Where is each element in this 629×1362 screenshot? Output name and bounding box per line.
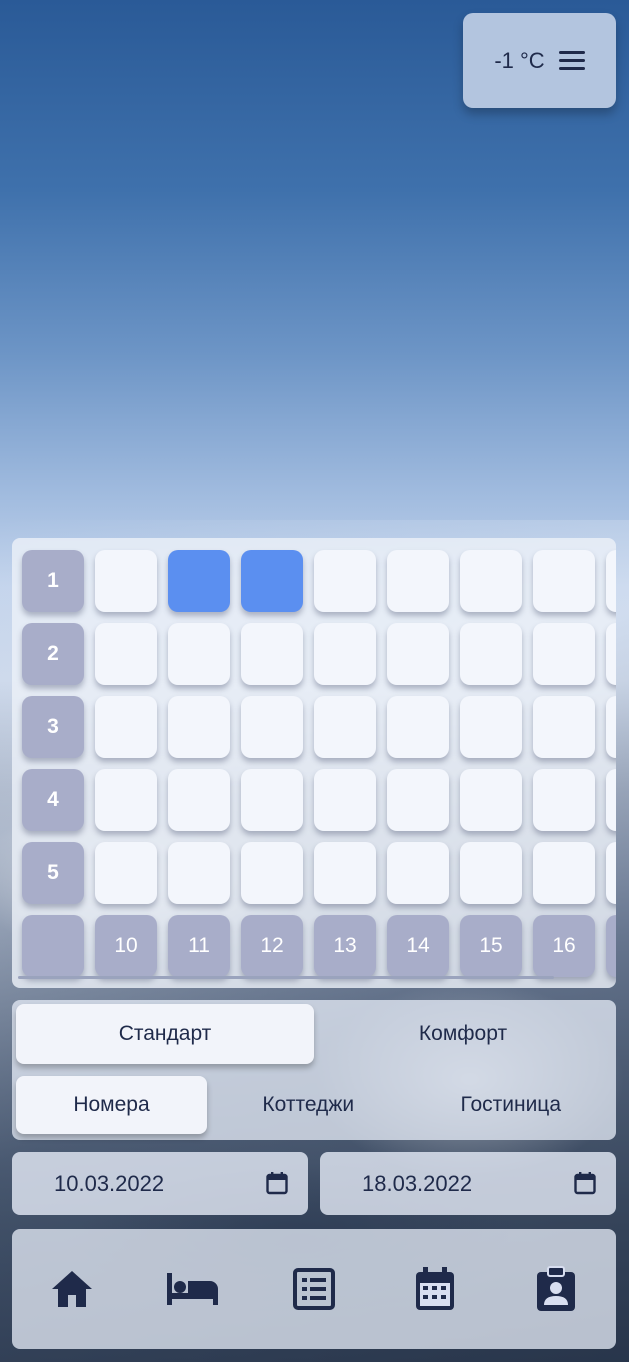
tab-comfort[interactable]: Комфорт [314, 1004, 612, 1064]
grid-cell[interactable] [606, 623, 616, 685]
grid-cell[interactable] [168, 842, 230, 904]
grid-cell[interactable] [533, 842, 595, 904]
day-label: 14 [387, 915, 449, 977]
home-icon [52, 1271, 93, 1307]
bed-icon [167, 1273, 219, 1305]
grid-cell[interactable] [314, 623, 376, 685]
day-label: 12 [241, 915, 303, 977]
date-from-input[interactable]: 10.03.2022 [12, 1152, 308, 1215]
temperature-label: -1 °C [494, 47, 545, 73]
badge-icon [536, 1266, 575, 1311]
grid-cell[interactable] [460, 623, 522, 685]
grid-cell-selected[interactable] [241, 550, 303, 612]
grid-cell[interactable] [168, 623, 230, 685]
grid-cell[interactable] [387, 842, 449, 904]
nav-calendar[interactable] [405, 1259, 465, 1319]
grid-cell[interactable] [168, 769, 230, 831]
day-label: 13 [314, 915, 376, 977]
calendar-icon[interactable] [574, 1171, 596, 1195]
grid-cell[interactable] [606, 696, 616, 758]
availability-grid: 1 2 3 4 5 10 11 12 13 14 15 16 [22, 550, 616, 977]
grid-cell[interactable] [241, 696, 303, 758]
day-label: 11 [168, 915, 230, 977]
tab-rooms[interactable]: Номера [16, 1076, 207, 1134]
grid-cell[interactable] [95, 550, 157, 612]
type-tabs: Номера Коттеджи Гостиница [16, 1076, 612, 1134]
grid-cell[interactable] [95, 769, 157, 831]
grid-cell[interactable] [241, 842, 303, 904]
grid-cell[interactable] [387, 696, 449, 758]
tab-standard[interactable]: Стандарт [16, 1004, 314, 1064]
day-label: 15 [460, 915, 522, 977]
menu-icon[interactable] [558, 51, 585, 70]
row-label: 3 [22, 696, 84, 758]
grid-cell[interactable] [314, 842, 376, 904]
grid-cell[interactable] [314, 696, 376, 758]
date-to-value: 18.03.2022 [362, 1170, 473, 1196]
date-to-input[interactable]: 18.03.2022 [320, 1152, 616, 1215]
list-icon [292, 1268, 335, 1310]
grid-cell-selected[interactable] [168, 550, 230, 612]
calendar-icon[interactable] [266, 1171, 288, 1195]
grid-cell[interactable] [533, 769, 595, 831]
nav-profile[interactable] [526, 1259, 586, 1319]
filter-tabs-panel: Стандарт Комфорт Номера Коттеджи Гостини… [12, 1000, 616, 1140]
bottom-navigation [12, 1229, 616, 1349]
grid-cell[interactable] [533, 696, 595, 758]
nav-rooms[interactable] [163, 1259, 223, 1319]
weather-widget: -1 °C [463, 13, 616, 108]
grid-cell[interactable] [460, 842, 522, 904]
row-label: 2 [22, 623, 84, 685]
grid-cell[interactable] [533, 550, 595, 612]
availability-grid-panel: 1 2 3 4 5 10 11 12 13 14 15 16 [12, 538, 616, 988]
grid-cell[interactable] [606, 769, 616, 831]
grid-cell[interactable] [241, 769, 303, 831]
grid-cell[interactable] [95, 842, 157, 904]
grid-cell[interactable] [606, 550, 616, 612]
grid-cell[interactable] [241, 623, 303, 685]
grid-cell[interactable] [168, 696, 230, 758]
grid-cell[interactable] [387, 550, 449, 612]
corner-cell [22, 915, 84, 977]
horizontal-scrollbar[interactable] [18, 976, 554, 979]
grid-cell[interactable] [314, 769, 376, 831]
grid-cell[interactable] [460, 550, 522, 612]
grid-cell[interactable] [460, 696, 522, 758]
day-label [606, 915, 616, 977]
grid-cell[interactable] [387, 623, 449, 685]
grid-cell[interactable] [606, 842, 616, 904]
day-label: 10 [95, 915, 157, 977]
grid-cell[interactable] [533, 623, 595, 685]
grid-cell[interactable] [314, 550, 376, 612]
grid-cell[interactable] [95, 623, 157, 685]
tab-cottages[interactable]: Коттеджи [207, 1076, 410, 1134]
category-tabs: Стандарт Комфорт [16, 1004, 612, 1064]
grid-cell[interactable] [95, 696, 157, 758]
tab-hotel[interactable]: Гостиница [410, 1076, 613, 1134]
grid-cell[interactable] [460, 769, 522, 831]
row-label: 4 [22, 769, 84, 831]
row-label: 1 [22, 550, 84, 612]
date-from-value: 10.03.2022 [54, 1170, 165, 1196]
nav-home[interactable] [42, 1259, 102, 1319]
grid-cell[interactable] [387, 769, 449, 831]
nav-list[interactable] [284, 1259, 344, 1319]
calendar-icon [415, 1267, 454, 1310]
row-label: 5 [22, 842, 84, 904]
day-label: 16 [533, 915, 595, 977]
